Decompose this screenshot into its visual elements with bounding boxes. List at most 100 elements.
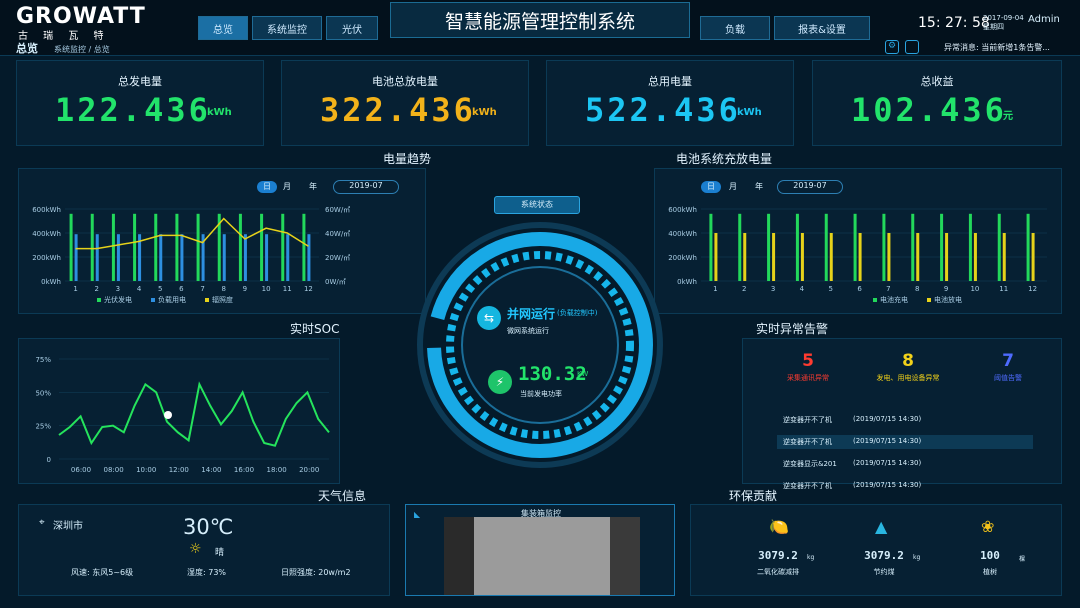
bar-光伏发电 — [175, 213, 179, 281]
x-tick-label: 14:00 — [201, 466, 221, 474]
y2-tick-label: 60W/㎡ — [325, 206, 350, 214]
y-tick-label: 0kWh — [677, 278, 697, 286]
tab-report[interactable]: 报表&设置 — [774, 16, 870, 40]
kpi-card: 总收益 102.436 元 — [812, 60, 1062, 146]
legend-label: 辐照度 — [212, 295, 233, 304]
trend-tab-year[interactable]: 年 — [309, 181, 317, 192]
legend-label: 光伏发电 — [104, 295, 132, 304]
x-tick-label: 10:00 — [136, 466, 156, 474]
alarm-row[interactable]: 逆变器开不了机 (2019/07/15 14:30) — [777, 479, 1033, 493]
x-tick-label: 06:00 — [71, 466, 91, 474]
battery-date-picker[interactable]: 2019-07 — [777, 180, 843, 194]
bar-负载用电 — [74, 234, 78, 281]
legend-swatch — [927, 298, 931, 302]
legend-label: 电池充电 — [880, 295, 908, 304]
power-label: 当前发电功率 — [520, 390, 562, 398]
trend-tab-month[interactable]: 月 — [283, 181, 291, 192]
bar-电池充电 — [709, 213, 713, 281]
legend-swatch — [205, 298, 209, 302]
soc-title: 实时SOC — [290, 322, 340, 336]
eco-label: 植树 — [983, 568, 997, 576]
y-tick-label: 0 — [47, 456, 51, 464]
breadcrumb: 系统监控 / 总览 — [54, 45, 110, 54]
legend-label: 负载用电 — [158, 295, 186, 304]
legend-swatch — [873, 298, 877, 302]
bar-负载用电 — [307, 234, 311, 281]
alarm-text: 逆变器开不了机 — [783, 482, 832, 490]
y2-tick-label: 40W/㎡ — [325, 230, 350, 238]
battery-tab-month[interactable]: 月 — [729, 181, 737, 192]
bar-电池放电 — [945, 233, 949, 281]
bar-光伏发电 — [69, 213, 73, 281]
kpi-label: 总用电量 — [648, 75, 692, 88]
tab-monitor[interactable]: 系统监控 — [252, 16, 322, 40]
bar-光伏发电 — [154, 213, 158, 281]
alarm-count-label: 采集通讯异常 — [787, 374, 829, 382]
y-tick-label: 25% — [35, 423, 51, 431]
bar-负载用电 — [180, 234, 184, 281]
settings-icon[interactable]: ⚙ — [885, 40, 899, 54]
x-tick-label: 3 — [771, 285, 775, 293]
tab-overview[interactable]: 总览 — [198, 16, 248, 40]
alarm-count: 8 — [902, 351, 914, 371]
bar-负载用电 — [116, 234, 120, 281]
weather-title: 天气信息 — [318, 489, 367, 503]
bar-电池充电 — [997, 213, 1001, 281]
alarm-row[interactable]: 逆变器开不了机 (2019/07/15 14:30) — [777, 413, 1033, 427]
x-tick-label: 8 — [222, 285, 226, 293]
x-tick-label: 1 — [73, 285, 77, 293]
legend-swatch — [151, 298, 155, 302]
x-tick-label: 6 — [857, 285, 862, 293]
tab-pv[interactable]: 光伏 — [326, 16, 378, 40]
eco-title: 环保贡献 — [729, 489, 778, 503]
bar-电池充电 — [738, 213, 742, 281]
system-title: 智慧能源管理控制系统 — [444, 11, 635, 33]
bar-电池充电 — [795, 213, 799, 281]
x-tick-label: 8 — [915, 285, 919, 293]
x-tick-label: 2 — [95, 285, 99, 293]
bar-电池放电 — [714, 233, 718, 281]
bar-光伏发电 — [281, 213, 285, 281]
y-tick-label: 600kWh — [668, 206, 697, 214]
camera-panel[interactable]: ◣ 集装箱监控 — [405, 504, 675, 596]
alert-bar[interactable]: 异常消息: 当前新增1条告警... — [944, 42, 1050, 53]
bar-电池充电 — [911, 213, 915, 281]
status-button[interactable]: 系统状态 — [494, 196, 580, 214]
battery-tab-day[interactable]: 日 — [701, 181, 721, 193]
eco-value: 3079.2 — [758, 549, 798, 562]
grid-sub: 微网系统运行 — [507, 327, 549, 335]
bar-负载用电 — [286, 234, 290, 281]
weather-temp: 30℃ — [183, 515, 234, 539]
eco-panel: 🍋 3079.2 kg 二氧化碳减排 ▲ 3079.2 kg 节约煤 ❀ 100 棵植树 — [690, 504, 1062, 596]
bar-电池放电 — [858, 233, 862, 281]
alarm-time: (2019/07/15 14:30) — [853, 481, 922, 489]
bar-负载用电 — [222, 234, 226, 281]
alarm-row[interactable]: 逆变器开不了机 (2019/07/15 14:30) — [777, 435, 1033, 449]
alarm-row[interactable]: 逆变器显示&201 (2019/07/15 14:30) — [777, 457, 1033, 471]
y2-tick-label: 20W/㎡ — [325, 254, 350, 262]
clock-time: 15: 27: 58 — [918, 15, 990, 31]
weather-sun: 日照强度: 20w/m2 — [281, 568, 351, 577]
trend-date-picker[interactable]: 2019-07 — [333, 180, 399, 194]
y-tick-label: 400kWh — [668, 230, 697, 238]
tab-load[interactable]: 负载 — [700, 16, 770, 40]
trend-tab-day[interactable]: 日 — [257, 181, 277, 193]
shirt-icon[interactable] — [905, 40, 919, 54]
x-tick-label: 9 — [944, 285, 948, 293]
x-tick-label: 20:00 — [299, 466, 319, 474]
page-title: 总览 — [16, 42, 38, 55]
eco-icon-0: 🍋 — [769, 517, 789, 536]
y-tick-label: 600kWh — [32, 206, 61, 214]
bar-负载用电 — [243, 234, 247, 281]
kpi-card: 电池总放电量 322.436 kWh — [281, 60, 529, 146]
alarm-text: 逆变器显示&201 — [783, 460, 837, 468]
battery-tab-year[interactable]: 年 — [755, 181, 763, 192]
x-tick-label: 2 — [742, 285, 746, 293]
weather-cond: 晴 — [215, 548, 225, 558]
eco-value: 3079.2 — [864, 549, 904, 562]
soc-chart: 0 25% 50% 75% 06:00 08:00 10:00 12:00 14:00 16:00… — [35, 356, 330, 474]
x-tick-label: 12:00 — [169, 466, 189, 474]
user-menu[interactable]: Admin — [1028, 14, 1060, 25]
x-tick-label: 5 — [829, 285, 833, 293]
status-ring — [417, 222, 663, 468]
